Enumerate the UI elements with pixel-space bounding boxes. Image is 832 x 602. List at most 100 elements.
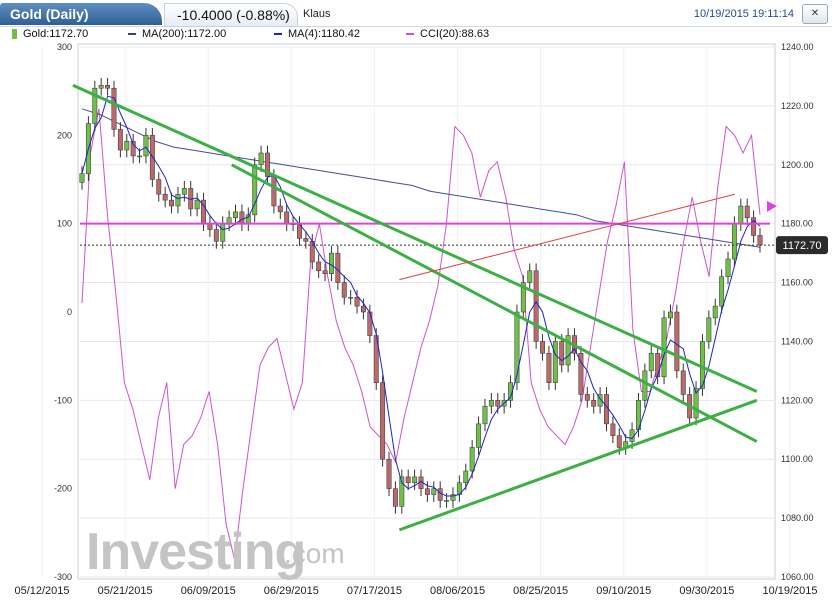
price-tick-label: 1180.00 (781, 219, 813, 229)
date-tick-label: 05/12/2015 (14, 585, 69, 597)
cci-tick-label: 200 (57, 130, 72, 140)
candle (552, 341, 558, 383)
candle (527, 270, 533, 283)
price-axis: 1060.00 1080.00 1100.00 1120.00 1140.00 1160.… (781, 42, 814, 582)
candle (386, 458, 392, 489)
candle (424, 488, 430, 495)
candle (220, 223, 226, 242)
date-tick-label: 08/25/2015 (513, 585, 568, 597)
candle (616, 435, 622, 448)
candle (744, 205, 750, 219)
candle (98, 85, 104, 89)
candle (271, 176, 277, 207)
candle (610, 423, 616, 436)
candle (213, 229, 219, 242)
candle (437, 488, 443, 501)
candle (533, 270, 539, 342)
price-tick-label: 1060.00 (781, 572, 814, 582)
cci-tick-label: 100 (57, 219, 72, 229)
candle (757, 235, 763, 246)
candle (380, 382, 386, 460)
candle (514, 311, 520, 383)
price-tick-label: 1220.00 (781, 101, 814, 111)
candle (258, 152, 264, 166)
candle (137, 155, 143, 158)
price-tick-label: 1160.00 (781, 278, 813, 288)
candle (476, 423, 482, 448)
date-tick-label: 08/06/2015 (430, 585, 485, 597)
price-tick-label: 1080.00 (781, 513, 814, 523)
candle (143, 135, 149, 157)
candle (322, 270, 328, 274)
candle (284, 211, 290, 224)
candle (156, 179, 162, 195)
candle (719, 276, 725, 307)
candle (463, 470, 469, 484)
candle (348, 297, 354, 299)
cci-tick-label: 300 (57, 42, 72, 52)
candle (680, 370, 686, 395)
candle (642, 370, 648, 401)
candle (367, 311, 373, 336)
candle (661, 317, 667, 378)
candle (431, 488, 437, 495)
investing-logo: Investing (86, 523, 306, 581)
last-price-label: 1172.70 (783, 240, 822, 252)
candle (233, 211, 238, 219)
cci-axis: 300 200 100 0 -100 -200 -300 (54, 42, 72, 582)
candle (194, 199, 200, 210)
cci-tick-label: -200 (54, 484, 72, 494)
candle (495, 400, 501, 407)
candle (731, 223, 737, 260)
candle (540, 341, 545, 354)
candle (341, 282, 347, 298)
date-tick-label: 06/29/2015 (264, 585, 319, 597)
candle (469, 447, 475, 472)
candle (105, 85, 111, 89)
candle (316, 261, 322, 272)
candle (329, 252, 334, 274)
candle (655, 352, 661, 378)
candle (354, 297, 360, 307)
candle (175, 193, 181, 207)
cci-tick-label: -300 (54, 572, 72, 582)
candle (162, 193, 168, 201)
candle (181, 188, 187, 195)
candle (169, 199, 174, 207)
date-tick-label: 07/17/2015 (347, 585, 402, 597)
candle (277, 205, 283, 213)
candle (584, 394, 590, 401)
gold-price-chart[interactable]: 300 200 100 0 -100 -200 -300 1060.00 1080.00 110… (0, 0, 832, 602)
price-tick-label: 1140.00 (781, 336, 813, 346)
candle (124, 140, 130, 151)
candle (79, 173, 85, 183)
price-tick-label: 1200.00 (781, 160, 814, 170)
candle (412, 476, 418, 484)
date-axis: 05/12/2015 05/21/2015 06/09/2015 06/29/2015… (14, 585, 817, 597)
date-tick-label: 05/21/2015 (98, 585, 153, 597)
candle (303, 238, 309, 242)
candle (360, 305, 366, 313)
candle (668, 311, 673, 319)
candle (117, 129, 123, 151)
cci-tick-label: -100 (54, 395, 72, 405)
candle (712, 305, 718, 319)
price-tick-label: 1100.00 (781, 454, 813, 464)
price-tick-label: 1120.00 (781, 395, 813, 405)
candle (725, 258, 731, 277)
candle (559, 341, 565, 366)
candle (392, 488, 398, 507)
date-tick-label: 09/10/2015 (596, 585, 651, 597)
price-tick-label: 1240.00 (781, 42, 814, 52)
cci-tick-label: 0 (67, 307, 72, 317)
candle (591, 400, 597, 407)
candle (444, 500, 450, 502)
date-tick-label: 09/30/2015 (679, 585, 734, 597)
candle (405, 476, 411, 484)
candle (335, 252, 341, 283)
candle (488, 400, 494, 407)
candle (546, 352, 552, 383)
date-tick-label: 06/09/2015 (181, 585, 236, 597)
investing-logo-suffix: .com (284, 538, 345, 569)
candle (111, 87, 117, 130)
